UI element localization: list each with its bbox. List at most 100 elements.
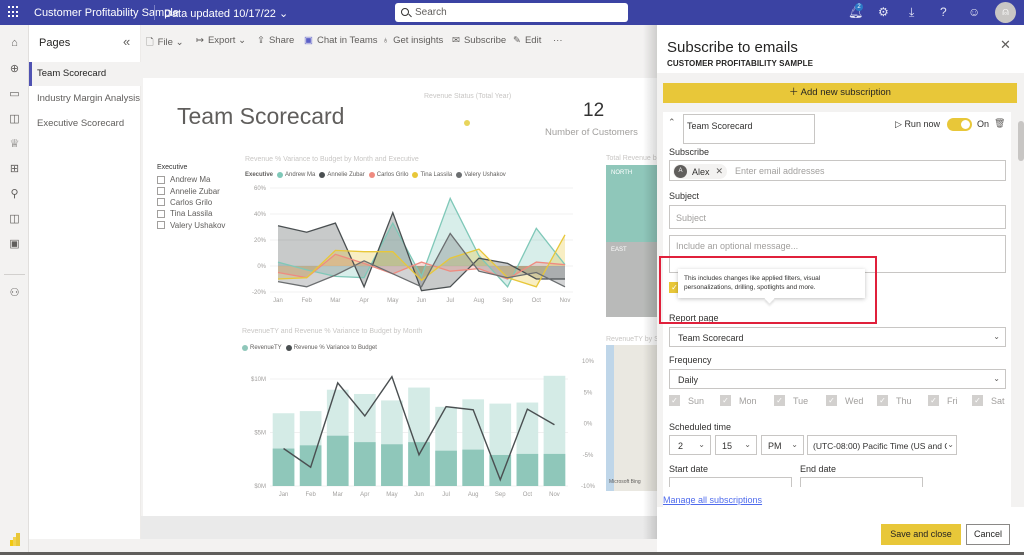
day-checkbox-wed[interactable]: ✓ Wed [826,395,863,406]
browse-folder-icon[interactable]: ▭ [8,88,21,101]
legend-label[interactable]: Valery Ushakov [464,172,506,178]
data-updated-dropdown[interactable]: Data updated 10/17/22 ⌄ [164,7,288,20]
workspaces-icon[interactable]: ▣ [8,238,21,251]
chart1-legend: Executive Andrew Ma Annelie Zubar Carlos G… [245,172,506,178]
legend-label[interactable]: Andrew Ma [285,172,315,178]
goals-trophy-icon[interactable]: ♕ [8,138,21,151]
hour-select[interactable]: 2 ⌄ [669,435,711,455]
slicer-item[interactable]: Tina Lassila [157,208,225,219]
include-changes-tooltip: This includes changes like applied filte… [678,269,865,298]
collapse-chevron-icon[interactable]: ⌃ [668,117,676,128]
file-menu[interactable]: 🗋 File ⌄ [146,35,184,51]
frequency-select[interactable]: Daily ⌄ [669,369,1006,389]
day-checkbox-tue[interactable]: ✓ Tue [774,395,808,406]
legend-label[interactable]: Tina Lassila [420,172,452,178]
delete-trash-icon[interactable]: 🗑︎ [994,118,1005,129]
y2-tick-label: -5% [583,453,594,459]
user-avatar[interactable]: ⍝ [995,2,1016,23]
message-placeholder: Include an optional message... [676,241,799,251]
app-launcher-icon[interactable] [8,6,20,18]
page-item-team-scorecard[interactable]: Team Scorecard [29,62,141,86]
apps-icon[interactable]: ⊞ [8,163,21,176]
metrics-icon[interactable]: ⚲ [8,188,21,201]
share-button[interactable]: ⇪ Share [257,35,294,46]
start-date-label: Start date [669,464,709,474]
legend-label[interactable]: Annelie Zubar [327,172,364,178]
slicer-item-label: Carlos Grilo [170,197,213,207]
day-checkbox-mon[interactable]: ✓ Mon [720,395,757,406]
x-tick-label: May [387,298,398,304]
report-page-select[interactable]: Team Scorecard ⌄ [669,327,1006,347]
data-hub-icon[interactable]: ◫ [8,113,21,126]
search-input[interactable]: Search [395,3,628,22]
app-title[interactable]: Customer Profitability Sample [34,7,179,19]
panel-shadow [643,25,657,539]
slicer-item[interactable]: Andrew Ma [157,174,225,185]
slicer-item[interactable]: Annelie Zubar [157,185,225,196]
legend-label: RevenueTY [250,345,282,351]
checkbox[interactable] [157,175,165,184]
x-tick-label: Aug [468,492,479,498]
cancel-button[interactable]: Cancel [966,524,1010,545]
slicer-item[interactable]: Valery Ushakov [157,220,225,231]
export-icon: ↦ [196,35,204,46]
close-icon[interactable]: ✕ [1000,37,1011,53]
my-workspace-icon[interactable]: ⚇ [8,287,21,300]
minute-select[interactable]: 15 ⌄ [715,435,757,455]
help-icon[interactable]: ? [940,5,947,19]
subject-input[interactable]: Subject [669,205,1006,229]
legend-dot [412,172,419,178]
edit-label: Edit [524,35,542,46]
get-insights-button[interactable]: ♁ Get insights [382,35,443,46]
manage-subscriptions-link[interactable]: Manage all subscriptions [663,495,762,505]
day-checkbox-thu[interactable]: ✓ Thu [877,395,912,406]
more-options-button[interactable]: ··· [553,35,563,46]
day-checkbox-fri[interactable]: ✓ Fri [928,395,958,406]
legend-dot [456,172,463,178]
subscription-name-value: Team Scorecard [687,121,753,131]
legend-label[interactable]: Carlos Grilo [377,172,409,178]
day-checkbox-sat[interactable]: ✓ Sat [972,395,1005,406]
settings-gear-icon[interactable]: ⚙ [878,5,889,19]
scrollbar[interactable] [1018,121,1024,161]
day-checkbox-sun[interactable]: ✓ Sun [669,395,704,406]
start-date-input[interactable] [669,477,792,487]
page-item-industry-margin-analysis[interactable]: Industry Margin Analysis [29,87,141,111]
executive-slicer: Executive Andrew Ma Annelie Zubar Carlos… [157,164,225,231]
slicer-item-label: Annelie Zubar [170,186,220,196]
timezone-value: (UTC-08:00) Pacific Time (US and C [813,441,951,451]
chart2-combo-chart[interactable]: $10M $5M $0M 10% 5% 0% -5% -10% Jan Feb Mar Apr May J… [238,353,603,503]
feedback-smiley-icon[interactable]: ☺ [968,5,980,19]
slicer-item[interactable]: Carlos Grilo [157,197,225,208]
subscription-toggle[interactable] [947,118,972,131]
ampm-select[interactable]: PM ⌄ [761,435,804,455]
create-icon[interactable]: ⊕ [8,63,21,76]
recipients-input[interactable]: A Alex ✕ Enter email addresses [669,160,1006,181]
page-item-executive-scorecard[interactable]: Executive Scorecard [29,112,141,136]
learn-book-icon[interactable]: ◫ [8,213,21,226]
remove-recipient-icon[interactable]: ✕ [716,166,724,177]
checkbox-icon: ✓ [928,395,939,406]
export-label: Export [207,35,236,46]
end-date-input[interactable] [800,477,923,487]
chart1-area-chart[interactable]: 60% 40% 20% 0% -20% Jan Feb Mar Apr May Jun Jul Aug S… [238,180,578,310]
checkbox[interactable] [157,209,165,218]
subscribe-button[interactable]: ✉ Subscribe [452,35,506,46]
edit-button[interactable]: ✎ Edit [513,35,541,46]
add-subscription-button[interactable]: ＋ Add new subscription [663,83,1017,103]
save-and-close-button[interactable]: Save and close [881,524,961,545]
x-tick-label: Jul [446,298,454,304]
chat-in-teams-button[interactable]: ▣ Chat in Teams [304,35,378,46]
timezone-select[interactable]: (UTC-08:00) Pacific Time (US and C ⌄ [807,435,957,455]
export-menu[interactable]: ↦ Export ⌄ [196,35,246,46]
home-icon[interactable]: ⌂ [8,37,21,50]
run-now-button[interactable]: ▷ Run now [895,119,940,130]
revenue-status-indicator[interactable] [464,120,470,126]
download-icon[interactable]: ⤓ [909,5,914,20]
checkbox[interactable] [157,221,165,230]
subscription-name-input[interactable]: Team Scorecard [683,114,815,144]
checkbox[interactable] [157,187,165,196]
chevron-down-icon: ⌄ [279,8,289,20]
collapse-pane-icon[interactable]: « [123,34,130,49]
checkbox[interactable] [157,198,165,207]
